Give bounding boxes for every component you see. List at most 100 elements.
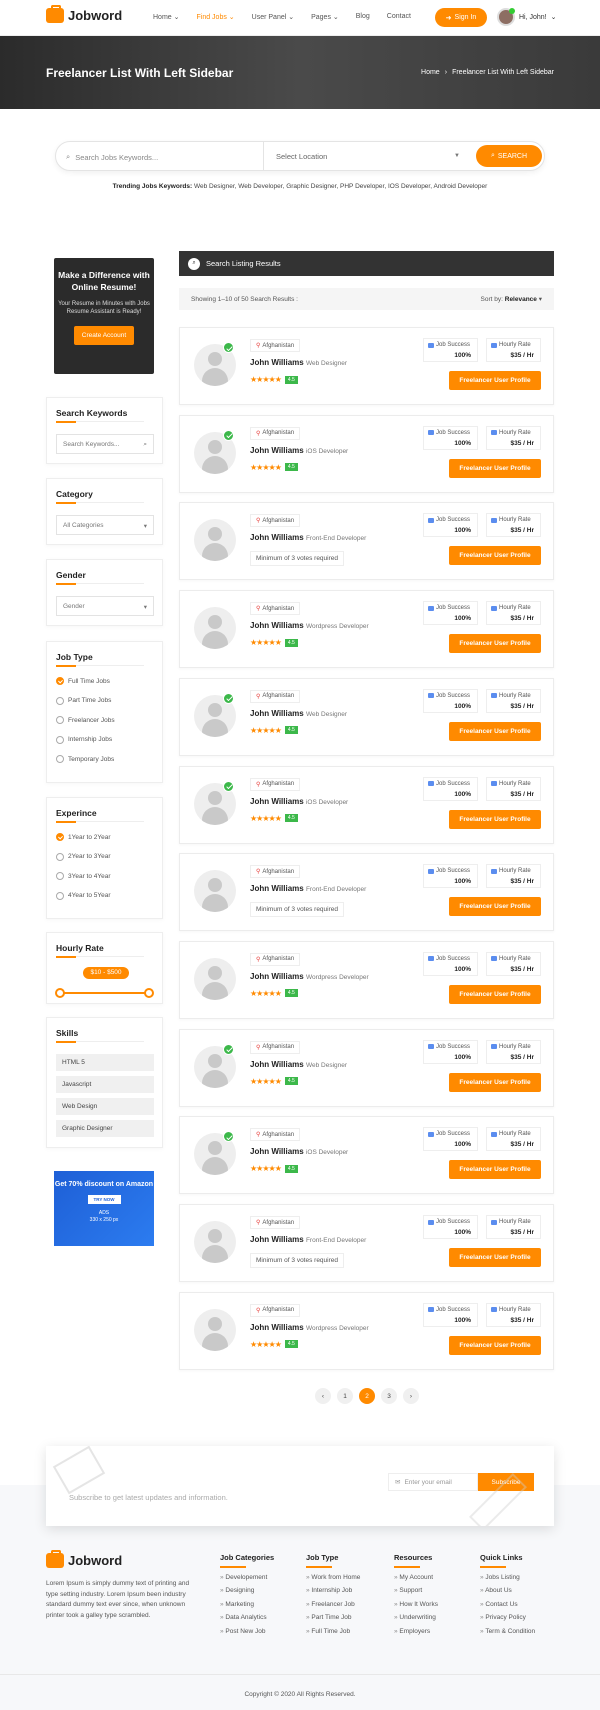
profile-button[interactable]: Freelancer User Profile xyxy=(449,1072,541,1092)
profile-button[interactable]: Freelancer User Profile xyxy=(449,1160,541,1180)
freelancer-name[interactable]: John Williams Web Designer xyxy=(250,358,347,367)
nav-item-blog[interactable]: Blog xyxy=(356,13,370,21)
prev-page-icon[interactable]: ‹ xyxy=(315,1388,331,1404)
skill-tag[interactable]: Graphic Designer xyxy=(56,1120,154,1137)
experience-option[interactable]: 1Year to 2Year xyxy=(56,833,111,841)
footer-link[interactable]: Support xyxy=(394,1587,438,1594)
footer-link[interactable]: Designing xyxy=(220,1587,274,1594)
footer-link[interactable]: Work from Home xyxy=(306,1574,360,1581)
skill-tag[interactable]: Web Design xyxy=(56,1098,154,1115)
footer-link[interactable]: Contact Us xyxy=(480,1601,535,1608)
footer-link[interactable]: Employers xyxy=(394,1628,438,1635)
footer-link[interactable]: Internship Job xyxy=(306,1587,360,1594)
job_type-option[interactable]: Full Time Jobs xyxy=(56,677,110,685)
footer-link[interactable]: How It Works xyxy=(394,1601,438,1608)
radio-icon[interactable] xyxy=(56,755,64,763)
keyword-search-input[interactable]: ⌕ Search Jobs Keywords... xyxy=(66,152,158,162)
footer-link[interactable]: My Account xyxy=(394,1574,438,1581)
footer-link[interactable]: Developement xyxy=(220,1574,274,1581)
radio-icon[interactable] xyxy=(56,852,64,861)
footer-link[interactable]: Marketing xyxy=(220,1601,274,1608)
avatar[interactable] xyxy=(194,1308,236,1351)
range-max-handle[interactable] xyxy=(144,988,154,998)
footer-link[interactable]: Data Analytics xyxy=(220,1614,274,1621)
nav-item-find-jobs[interactable]: Find Jobs ⌄ xyxy=(196,13,234,21)
nav-item-user-panel[interactable]: User Panel ⌄ xyxy=(252,13,294,21)
skill-tag[interactable]: Javascript xyxy=(56,1076,154,1093)
footer-link[interactable]: Jobs Listing xyxy=(480,1574,535,1581)
avatar[interactable] xyxy=(194,519,236,562)
profile-button[interactable]: Freelancer User Profile xyxy=(449,809,541,829)
footer-link[interactable]: Privacy Policy xyxy=(480,1614,535,1621)
footer-link[interactable]: Term & Condition xyxy=(480,1628,535,1635)
footer-logo[interactable]: Jobword xyxy=(46,1550,122,1568)
range-track[interactable] xyxy=(59,992,151,994)
freelancer-name[interactable]: John Williams Front-End Developer xyxy=(250,884,366,893)
profile-button[interactable]: Freelancer User Profile xyxy=(449,1335,541,1355)
freelancer-name[interactable]: John Williams Wordpress Developer xyxy=(250,621,369,630)
freelancer-name[interactable]: John Williams Web Designer xyxy=(250,709,347,718)
nav-item-contact[interactable]: Contact xyxy=(387,13,411,21)
avatar[interactable] xyxy=(194,607,236,650)
job_type-option[interactable]: Part Time Jobs xyxy=(56,696,111,705)
avatar[interactable] xyxy=(194,870,236,913)
profile-button[interactable]: Freelancer User Profile xyxy=(449,371,541,390)
freelancer-name[interactable]: John Williams iOS Developer xyxy=(250,797,348,806)
keyword-input[interactable]: Search Keywords... ⌕ xyxy=(56,434,154,454)
job_type-option[interactable]: Temporary Jobs xyxy=(56,755,114,763)
sort-select[interactable]: Sort by: Relevance ▾ xyxy=(481,295,542,303)
footer-link[interactable]: About Us xyxy=(480,1587,535,1594)
location-select[interactable]: Select Location xyxy=(276,152,327,161)
profile-button[interactable]: Freelancer User Profile xyxy=(449,458,541,478)
freelancer-name[interactable]: John Williams Web Designer xyxy=(250,1060,347,1069)
sign-in-button[interactable]: ➜ Sign In xyxy=(435,8,487,27)
breadcrumb-home[interactable]: Home xyxy=(421,69,440,76)
ad-banner[interactable]: Get 70% discount on Amazon TRY NOW ADS 33… xyxy=(54,1171,154,1246)
radio-icon[interactable] xyxy=(56,872,64,880)
avatar[interactable] xyxy=(194,957,236,1000)
experience-option[interactable]: 2Year to 3Year xyxy=(56,852,111,861)
page-2[interactable]: 2 xyxy=(359,1388,375,1404)
footer-link[interactable]: Full Time Job xyxy=(306,1628,360,1635)
user-menu[interactable]: Hi, John! ⌄ xyxy=(497,8,557,26)
footer-link[interactable]: Underwriting xyxy=(394,1614,438,1621)
radio-icon[interactable] xyxy=(56,891,64,900)
logo[interactable]: Jobword xyxy=(46,5,122,23)
radio-icon[interactable] xyxy=(56,716,64,724)
nav-item-home[interactable]: Home ⌄ xyxy=(153,13,179,21)
footer-link[interactable]: Part Time Job xyxy=(306,1614,360,1621)
radio-icon[interactable] xyxy=(56,735,64,744)
freelancer-name[interactable]: John Williams Wordpress Developer xyxy=(250,972,369,981)
category-select[interactable]: All Categories ▾ xyxy=(56,515,154,535)
job_type-option[interactable]: Internship Jobs xyxy=(56,735,112,744)
profile-button[interactable]: Freelancer User Profile xyxy=(449,984,541,1004)
search-button[interactable]: ⌕ SEARCH xyxy=(476,145,542,167)
profile-button[interactable]: Freelancer User Profile xyxy=(449,897,541,917)
checked-radio-icon[interactable] xyxy=(56,677,64,685)
profile-button[interactable]: Freelancer User Profile xyxy=(449,546,541,566)
footer-link[interactable]: Freelancer Job xyxy=(306,1601,360,1608)
nav-item-pages[interactable]: Pages ⌄ xyxy=(311,13,339,21)
radio-icon[interactable] xyxy=(56,696,64,705)
page-3[interactable]: 3 xyxy=(381,1388,397,1404)
avatar[interactable] xyxy=(194,1221,236,1263)
range-min-handle[interactable] xyxy=(55,988,65,998)
experience-option[interactable]: 4Year to 5Year xyxy=(56,891,111,900)
profile-button[interactable]: Freelancer User Profile xyxy=(449,1248,541,1267)
checked-radio-icon[interactable] xyxy=(56,833,64,841)
footer-link[interactable]: Post New Job xyxy=(220,1628,274,1635)
freelancer-name[interactable]: John Williams Wordpress Developer xyxy=(250,1323,369,1332)
freelancer-name[interactable]: John Williams iOS Developer xyxy=(250,446,348,455)
job_type-option[interactable]: Freelancer Jobs xyxy=(56,716,115,724)
email-input[interactable]: ✉ Enter your email xyxy=(388,1473,478,1491)
gender-select[interactable]: Gender ▾ xyxy=(56,596,154,616)
freelancer-name[interactable]: John Williams Front-End Developer xyxy=(250,533,366,542)
profile-button[interactable]: Freelancer User Profile xyxy=(449,634,541,654)
next-page-icon[interactable]: › xyxy=(403,1388,419,1404)
profile-button[interactable]: Freelancer User Profile xyxy=(449,721,541,741)
freelancer-name[interactable]: John Williams Front-End Developer xyxy=(250,1235,366,1244)
create-account-button[interactable]: Create Account xyxy=(73,326,135,346)
skill-tag[interactable]: HTML 5 xyxy=(56,1054,154,1071)
freelancer-name[interactable]: John Williams iOS Developer xyxy=(250,1147,348,1156)
experience-option[interactable]: 3Year to 4Year xyxy=(56,872,111,880)
